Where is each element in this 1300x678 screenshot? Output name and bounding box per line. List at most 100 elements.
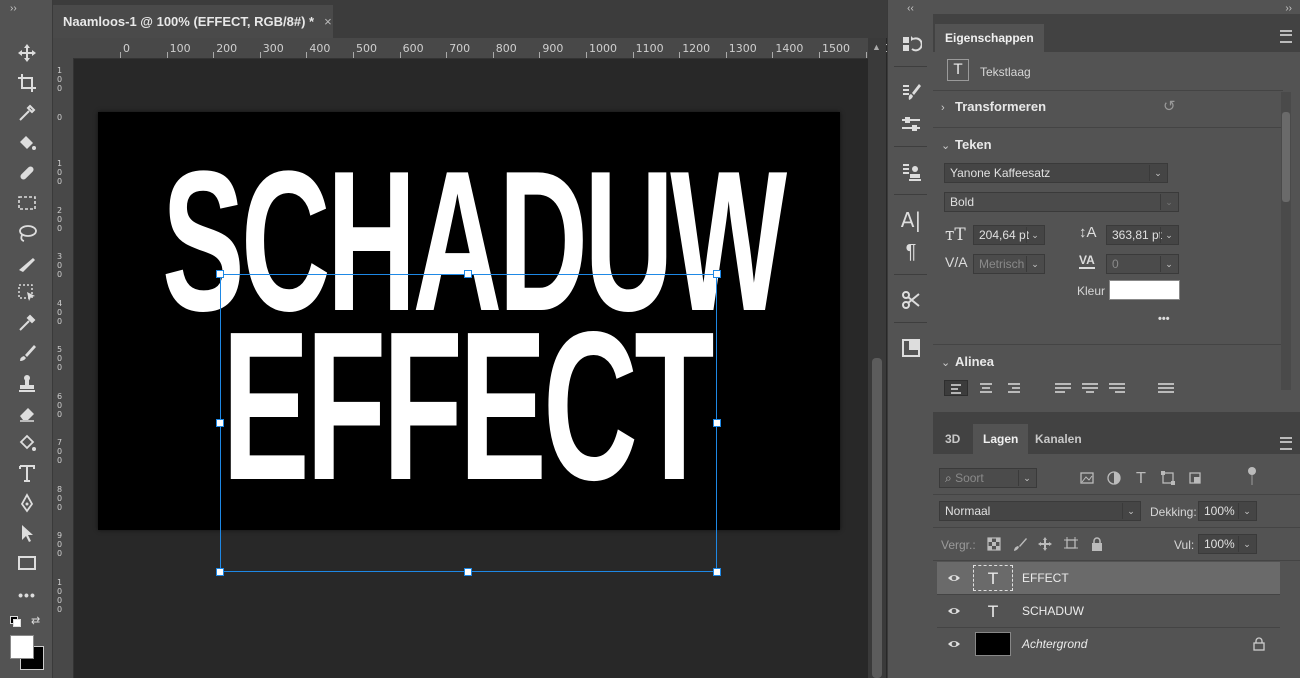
section-paragraph[interactable]: ⌄ Alinea [941,354,994,369]
tab-eigenschappen[interactable]: Eigenschappen [935,24,1044,52]
transform-handle-top[interactable] [464,270,472,278]
object-select-icon[interactable] [10,280,44,306]
filter-pixel-icon[interactable] [1078,469,1096,487]
properties-menu-icon[interactable] [1280,30,1292,43]
close-tab-icon[interactable]: × [324,14,332,29]
justify-center-button[interactable] [1078,380,1102,396]
scroll-up-icon[interactable]: ▲ [872,42,881,52]
lock-transparent-pixels-icon[interactable] [985,535,1003,553]
history-icon[interactable] [896,30,926,58]
selection-arrow-icon[interactable] [10,520,44,546]
leading-icon: ↕A [1079,224,1097,241]
filter-type-icon[interactable]: T [1132,469,1150,487]
properties-scrollbar[interactable] [1281,92,1291,390]
font-style-select[interactable]: Bold ⌄ [944,192,1179,212]
transform-handle-top-right[interactable] [713,270,721,278]
visibility-eye-icon[interactable] [947,637,961,651]
visibility-eye-icon[interactable] [947,571,961,585]
collapse-toolbar-icon[interactable]: ›› [10,3,17,14]
tab-kanalen[interactable]: Kanalen [1025,424,1092,454]
document-tab[interactable]: Naamloos-1 @ 100% (EFFECT, RGB/8#) * × [53,5,333,38]
eyedropper-icon-2[interactable] [10,310,44,336]
tab-3d[interactable]: 3D [935,424,970,454]
foreground-color-swatch[interactable] [10,635,34,659]
canvas-vertical-scrollbar[interactable]: ▲ [868,38,886,678]
collapse-panel-icon[interactable]: ›› [1285,3,1292,14]
move-icon[interactable] [10,40,44,66]
collapse-dock-icon[interactable]: ‹‹ [888,3,933,14]
eyedropper-icon[interactable] [10,100,44,126]
transform-handle-bottom-left[interactable] [216,568,224,576]
justify-all-button[interactable] [1154,380,1178,396]
layer-comps-icon[interactable] [896,334,926,362]
color-label: Kleur [1077,284,1106,298]
lock-artboard-icon[interactable] [1062,535,1080,553]
brushes-icon[interactable] [896,110,926,138]
tab-lagen[interactable]: Lagen [973,424,1029,454]
filter-toggle-switch[interactable] [1247,467,1257,487]
layers-menu-icon[interactable] [1280,437,1292,450]
font-family-select[interactable]: Yanone Kaffeesatz ⌄ [944,163,1168,183]
blend-mode-select[interactable]: Normaal ⌄ [939,501,1141,521]
layer-filter-select[interactable]: ⌕ Soort ⌄ [939,468,1037,488]
paint-bucket-icon[interactable] [10,130,44,156]
rectangle-icon[interactable] [10,550,44,576]
lasso-icon[interactable] [10,220,44,246]
bandage-icon[interactable] [10,160,44,186]
transform-handle-bottom[interactable] [464,568,472,576]
filter-shape-icon[interactable] [1159,469,1177,487]
clone-source-icon[interactable] [896,158,926,186]
properties-scrollbar-thumb[interactable] [1282,112,1290,202]
brush-icon[interactable] [10,340,44,366]
tool-presets-icon[interactable] [896,286,926,314]
default-colors-icon[interactable] [10,616,21,627]
eraser-icon[interactable] [10,400,44,426]
justify-left-button[interactable] [1051,380,1075,396]
more-tools-icon[interactable]: ••• [10,582,44,608]
tracking-field[interactable]: 0 ⌄ [1106,254,1179,274]
transform-handle-right[interactable] [713,419,721,427]
more-options-icon[interactable]: ••• [1158,313,1170,325]
filter-smart-object-icon[interactable] [1186,469,1204,487]
align-right-button[interactable] [1002,380,1026,396]
lock-image-pixels-icon[interactable] [1011,535,1029,553]
brush-settings-icon[interactable] [896,78,926,106]
paragraph-panel-icon[interactable]: ¶ [896,238,926,266]
swap-colors-icon[interactable]: ⇄ [31,614,40,627]
filter-adjustment-icon[interactable] [1105,469,1123,487]
gradient-icon[interactable] [10,430,44,456]
layer-row-schaduw[interactable]: T SCHADUW [937,594,1280,627]
marquee-icon[interactable] [10,190,44,216]
opacity-field[interactable]: 100% ⌄ [1198,501,1257,521]
lock-icon[interactable] [1252,637,1266,651]
fill-field[interactable]: 100% ⌄ [1198,534,1257,554]
layer-row-effect[interactable]: T EFFECT [937,562,1280,594]
section-character[interactable]: ⌄ Teken [941,137,992,152]
stamp-icon[interactable] [10,370,44,396]
transform-handle-left[interactable] [216,419,224,427]
justify-right-button[interactable] [1105,380,1129,396]
lock-position-icon[interactable] [1036,535,1054,553]
layer-row-achtergrond[interactable]: Achtergrond [937,627,1280,660]
visibility-eye-icon[interactable] [947,604,961,618]
pen-icon[interactable] [10,250,44,276]
character-panel-icon[interactable]: A| [896,206,926,234]
chevron-down-icon: ⌄ [1122,503,1139,519]
scrollbar-thumb[interactable] [872,358,882,678]
kerning-field[interactable]: Metrisch ⌄ [973,254,1045,274]
section-transform[interactable]: › Transformeren [941,99,1046,114]
leading-field[interactable]: 363,81 pt ⌄ [1106,225,1179,245]
text-color-swatch[interactable] [1109,280,1180,300]
align-center-button[interactable] [974,380,998,396]
align-left-button[interactable] [944,380,968,396]
reset-transform-icon[interactable]: ↺ [1163,97,1176,115]
text-layer-thumbnail: T [988,601,998,621]
crop-icon[interactable] [10,70,44,96]
type-icon[interactable] [10,460,44,486]
font-size-field[interactable]: 204,64 pt ⌄ [973,225,1045,245]
transform-bounding-box[interactable] [216,270,721,576]
transform-handle-bottom-right[interactable] [713,568,721,576]
path-icon[interactable] [10,490,44,516]
lock-all-icon[interactable] [1088,535,1106,553]
transform-handle-top-left[interactable] [216,270,224,278]
